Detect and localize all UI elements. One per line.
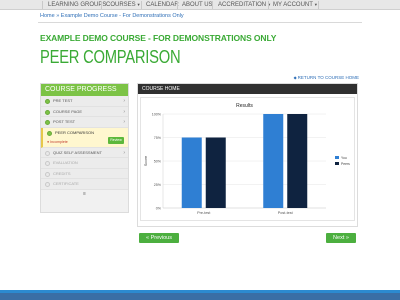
page: LEARNING GROUPS COURSES▼ CALENDAR ABOUT … [0, 0, 400, 300]
bar [181, 137, 202, 208]
circle-icon [45, 182, 50, 187]
chevron-right-icon: › [123, 98, 125, 104]
nav-divider [101, 1, 102, 9]
breadcrumb-home[interactable]: Home [40, 13, 55, 19]
bar [287, 114, 308, 208]
y-tick-label: 75% [154, 136, 162, 140]
menu-icon: ≡ [83, 190, 86, 197]
chevron-right-icon: › [123, 149, 125, 156]
sidebar-item-label: COURSE PAGE [53, 108, 83, 114]
diamond-icon: ◆ [293, 75, 297, 80]
chevron-right-icon: » [344, 235, 349, 241]
status-label: Incomplete [50, 139, 68, 144]
next-label: Next [333, 235, 345, 241]
nav-my-account[interactable]: MY ACCOUNT▼ [273, 0, 318, 10]
review-button[interactable]: Review [108, 136, 124, 144]
nav-divider [318, 1, 319, 9]
chart-title: Results [236, 103, 253, 109]
sidebar-item-label: CERTIFICATE [53, 181, 79, 186]
return-link-label: RETURN TO COURSE HOME [297, 75, 359, 80]
sidebar-item-label: EVALUATION [53, 160, 78, 165]
nav-courses[interactable]: COURSES▼ [106, 0, 141, 10]
legend-swatch [335, 156, 339, 159]
nav-accreditation[interactable]: ACCREDITATION▼ [218, 0, 271, 10]
legend-swatch [335, 162, 339, 165]
nav-divider [212, 1, 213, 9]
main-panel-title: COURSE HOME [138, 84, 357, 94]
nav-my-account-label: MY ACCOUNT [273, 2, 313, 8]
chevron-right-icon: › [123, 108, 125, 115]
chevron-right-icon: › [123, 119, 125, 125]
bar [263, 114, 284, 208]
x-tick-label: Post-test [278, 211, 294, 215]
legend-label: You [341, 156, 347, 160]
top-nav: LEARNING GROUPS COURSES▼ CALENDAR ABOUT … [0, 0, 400, 10]
circle-icon [45, 171, 50, 177]
breadcrumb-current[interactable]: Example Demo Course - For Demonstrations… [61, 13, 184, 19]
y-tick-label: 0% [156, 206, 162, 210]
circle-icon [45, 161, 50, 166]
sidebar-item-post-test[interactable]: POST TEST › [41, 117, 128, 128]
nav-divider [42, 1, 43, 9]
sidebar-title: COURSE PROGRESS [41, 84, 128, 96]
divider [38, 22, 362, 23]
nav-courses-label: COURSES [106, 2, 136, 8]
status-incomplete: ● Incomplete [47, 139, 68, 144]
bar [205, 137, 226, 208]
results-chart-svg: Results Score 0% 25% 50% 75% 100% Pre-test Post-… [143, 103, 350, 215]
sidebar-item-label: PEER COMPARISON [55, 129, 95, 135]
nav-divider [141, 1, 142, 9]
y-axis-label: Score [143, 155, 148, 166]
y-tick-label: 100% [152, 112, 162, 116]
sidebar-item-evaluation: EVALUATION [41, 158, 128, 169]
sidebar-item-pre-test[interactable]: PRE TEST › [41, 96, 128, 107]
sidebar-item-label: CREDITS [53, 170, 71, 176]
footer [0, 293, 400, 300]
return-to-course-home-link[interactable]: ◆RETURN TO COURSE HOME [294, 75, 359, 80]
y-tick-label: 50% [154, 159, 162, 163]
course-progress-sidebar: COURSE PROGRESS PRE TEST › COURSE PAGE ›… [40, 83, 129, 213]
sidebar-item-credits: CREDITS [41, 168, 128, 179]
nav-about-us[interactable]: ABOUT US [182, 0, 213, 10]
sidebar-item-label: QUIZ SELF ASSESSMENT [53, 149, 102, 155]
check-icon [47, 130, 52, 136]
sidebar-item-certificate: CERTIFICATE [41, 179, 128, 190]
previous-label: Previous [150, 235, 172, 241]
next-button[interactable]: Next » [326, 233, 356, 243]
y-tick-label: 25% [154, 183, 162, 187]
check-icon [45, 109, 50, 115]
nav-learning-groups[interactable]: LEARNING GROUPS [48, 0, 106, 10]
page-title: PEER COMPARISON [40, 47, 181, 67]
sidebar-item-label: POST TEST [53, 119, 76, 124]
sidebar-item-quiz-self-assessment[interactable]: QUIZ SELF ASSESSMENT › [41, 147, 128, 158]
check-icon [45, 120, 50, 125]
sidebar-collapse-handle[interactable]: ≡ [41, 190, 128, 198]
nav-divider [177, 1, 178, 9]
previous-button[interactable]: « Previous [139, 233, 179, 243]
x-tick-label: Pre-test [197, 211, 211, 215]
sidebar-item-peer-comparison[interactable]: PEER COMPARISON ● Incomplete Review [41, 127, 128, 148]
legend-label: Peers [341, 162, 350, 166]
nav-divider [268, 1, 269, 9]
nav-accreditation-label: ACCREDITATION [218, 2, 267, 8]
circle-icon [45, 150, 50, 156]
sidebar-item-label: PRE TEST [53, 98, 73, 103]
sidebar-item-course-page[interactable]: COURSE PAGE › [41, 106, 128, 117]
nav-calendar[interactable]: CALENDAR [146, 0, 179, 10]
breadcrumb: Home » Example Demo Course - For Demonst… [40, 13, 184, 19]
course-title: EXAMPLE DEMO COURSE - FOR DEMONSTRATIONS… [40, 33, 277, 43]
results-chart: Results Score 0% 25% 50% 75% 100% Pre-test Post-… [140, 97, 355, 221]
check-icon [45, 99, 50, 104]
